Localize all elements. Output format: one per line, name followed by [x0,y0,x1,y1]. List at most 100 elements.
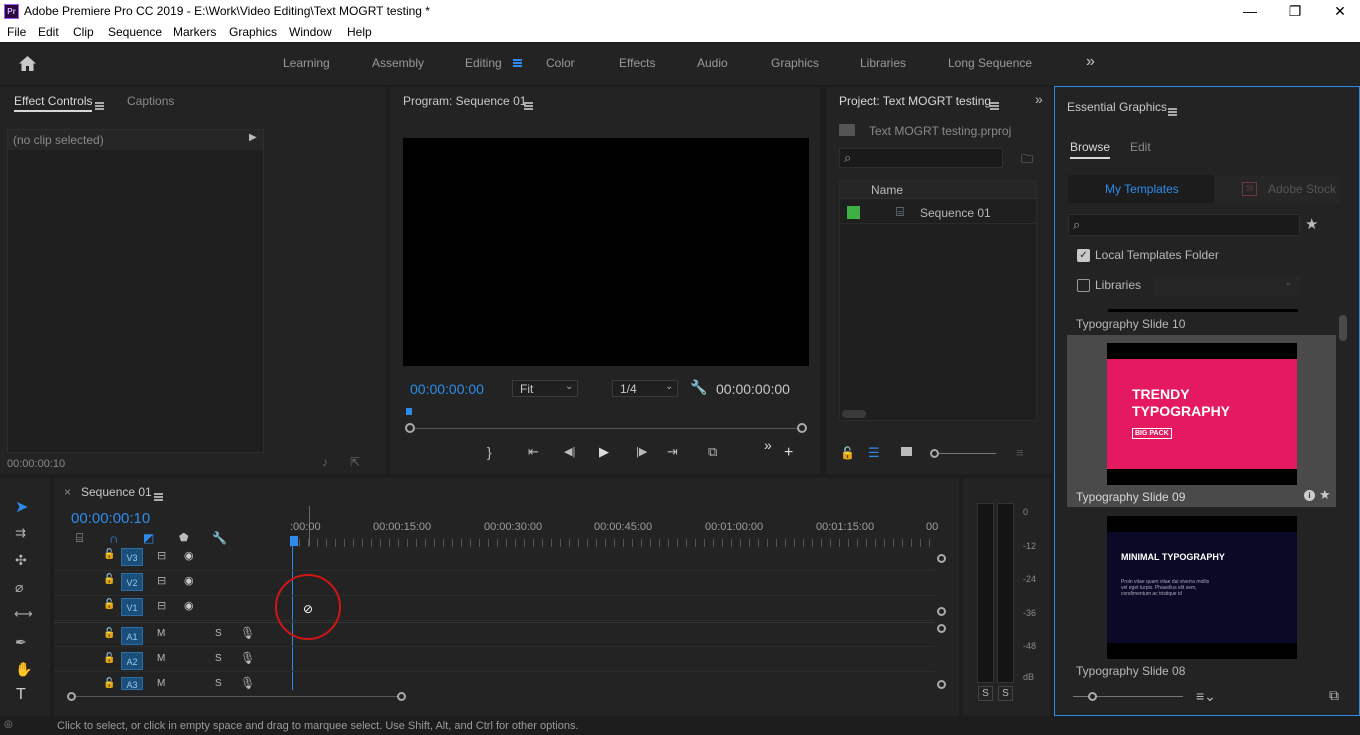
zoom-scroll-track[interactable] [410,428,800,429]
lock-icon[interactable]: 🔓 [103,574,115,585]
libraries-dropdown[interactable]: ⌄ [1154,276,1300,296]
menu-help[interactable]: Help [347,25,372,39]
timeline-hscroll[interactable] [72,696,402,697]
workspace-overflow-icon[interactable]: » [1086,53,1095,71]
lock-icon[interactable]: 🔓 [103,628,115,639]
lock-icon[interactable]: 🔓 [103,599,115,610]
timeline-menu-icon[interactable] [154,492,163,501]
favorite-star-icon[interactable]: ★ [1305,215,1318,233]
filter-audio-icon[interactable]: ♪ [322,455,328,469]
essential-graphics-menu-icon[interactable] [1168,107,1177,116]
eye-icon[interactable]: ◉ [184,574,194,587]
step-back-icon[interactable]: ◀| [564,445,575,458]
panel-overflow-icon[interactable]: » [1035,91,1043,107]
playhead-marker-icon[interactable] [404,408,414,418]
menu-graphics[interactable]: Graphics [229,25,277,39]
info-icon[interactable]: i [1304,490,1315,501]
solo-left-button[interactable]: S [978,686,993,701]
vscroll-handle[interactable] [937,554,946,563]
timeline-timecode[interactable]: 00:00:00:10 [71,510,150,527]
tab-effect-controls[interactable]: Effect Controls [14,94,93,112]
mute-button[interactable]: M [157,653,165,664]
program-video-display[interactable] [403,138,809,366]
microphone-icon[interactable]: 🎙 [240,651,255,665]
workspace-editing[interactable]: Editing [465,56,502,70]
my-templates-button[interactable]: My Templates [1068,175,1214,203]
track-target-a1[interactable]: A1 [121,627,143,645]
slip-tool-icon[interactable]: ⟷ [14,606,33,622]
fit-dropdown[interactable]: Fit ⌄ [512,380,578,397]
microphone-icon[interactable]: 🎙 [240,676,255,690]
libraries-checkbox[interactable] [1077,279,1090,292]
sort-icon[interactable]: ≡ [1016,445,1024,460]
project-search-input[interactable]: ⌕ [839,148,1003,168]
export-frame-icon[interactable]: ⧉ [708,444,717,460]
mute-button[interactable]: M [157,628,165,639]
new-search-bin-icon[interactable]: 🗀 [1021,150,1033,171]
column-name-header[interactable]: Name [871,183,903,197]
program-menu-icon[interactable] [524,101,533,110]
pen-tool-icon[interactable]: ✒ [15,634,27,651]
lock-icon[interactable]: 🔓 [103,549,115,560]
timeline-tab[interactable]: Sequence 01 [81,485,152,499]
lock-icon[interactable]: 🔓 [840,446,855,460]
solo-button[interactable]: S [215,653,222,664]
go-to-out-icon[interactable]: ⇥ [667,444,678,460]
home-icon[interactable] [18,55,37,72]
local-folder-checkbox[interactable]: ✓ [1077,249,1090,262]
new-layer-icon[interactable]: ⧉ [1329,687,1339,704]
workspace-graphics[interactable]: Graphics [771,56,819,70]
selection-tool-icon[interactable]: ➤ [15,497,28,517]
template-item-selected[interactable]: TRENDY TYPOGRAPHY BIG PACK Typography Sl… [1067,335,1336,507]
linked-selection-icon[interactable]: ◩ [143,531,154,545]
go-to-in-icon[interactable]: ⇤ [528,444,539,460]
zoom-slider[interactable] [934,453,996,454]
wrench-icon[interactable]: 🔧 [690,379,707,396]
project-scrollbar[interactable] [842,410,866,418]
workspace-long-sequence[interactable]: Long Sequence [948,56,1032,70]
workspace-audio[interactable]: Audio [697,56,728,70]
lock-icon[interactable]: 🔓 [103,653,115,664]
workspace-editing-menu-icon[interactable] [513,59,522,67]
sort-menu-icon[interactable]: ≡⌄ [1196,688,1216,705]
project-title[interactable]: Project: Text MOGRT testing [839,94,991,108]
nest-icon[interactable]: ⌸ [76,531,83,546]
eye-icon[interactable]: ◉ [184,599,194,612]
essential-graphics-title[interactable]: Essential Graphics [1067,100,1167,114]
workspace-color[interactable]: Color [546,56,575,70]
export-frame-icon[interactable]: ⇱ [350,455,360,469]
hand-tool-icon[interactable]: ✋ [15,661,32,678]
hscroll-handle-left[interactable] [67,692,76,701]
tab-browse[interactable]: Browse [1070,140,1111,159]
vscroll-handle[interactable] [937,680,946,689]
minimize-button[interactable]: — [1230,2,1270,22]
thumbnail-size-handle[interactable] [1088,692,1097,701]
ripple-edit-tool-icon[interactable]: ✣ [15,552,27,569]
zoom-handle-left[interactable] [405,423,415,433]
project-item-row[interactable]: ⌸ Sequence 01 [840,202,1036,224]
adobe-stock-button[interactable]: St Adobe Stock [1214,175,1340,203]
more-controls-icon[interactable]: » [764,437,772,453]
add-marker-icon[interactable]: ⬟ [179,531,189,544]
track-target-v1[interactable]: V1 [121,598,143,616]
add-button-icon[interactable]: + [784,444,793,462]
type-tool-icon[interactable]: T [16,686,26,704]
razor-tool-icon[interactable]: ⌀ [15,579,23,596]
sync-lock-icon[interactable]: ⊟ [157,549,166,562]
playhead-icon[interactable] [290,536,298,546]
maximize-button[interactable]: ❐ [1275,2,1315,22]
track-target-v3[interactable]: V3 [121,548,143,566]
menu-edit[interactable]: Edit [38,25,59,39]
menu-file[interactable]: File [7,25,26,39]
template-thumbnail[interactable]: MINIMAL TYPOGRAPHY Proin vitae quam vita… [1107,516,1297,659]
mark-out-icon[interactable]: } [487,444,492,460]
menu-markers[interactable]: Markers [173,25,216,39]
zoom-slider-handle[interactable] [930,449,939,458]
menu-clip[interactable]: Clip [73,25,94,39]
expand-arrow-icon[interactable]: ▶ [249,132,257,143]
track-target-v2[interactable]: V2 [121,573,143,591]
resolution-dropdown[interactable]: 1/4 ⌄ [612,380,678,397]
solo-button[interactable]: S [215,678,222,689]
timeline-settings-icon[interactable]: 🔧 [212,531,227,545]
list-view-icon[interactable]: ☰ [868,445,880,461]
